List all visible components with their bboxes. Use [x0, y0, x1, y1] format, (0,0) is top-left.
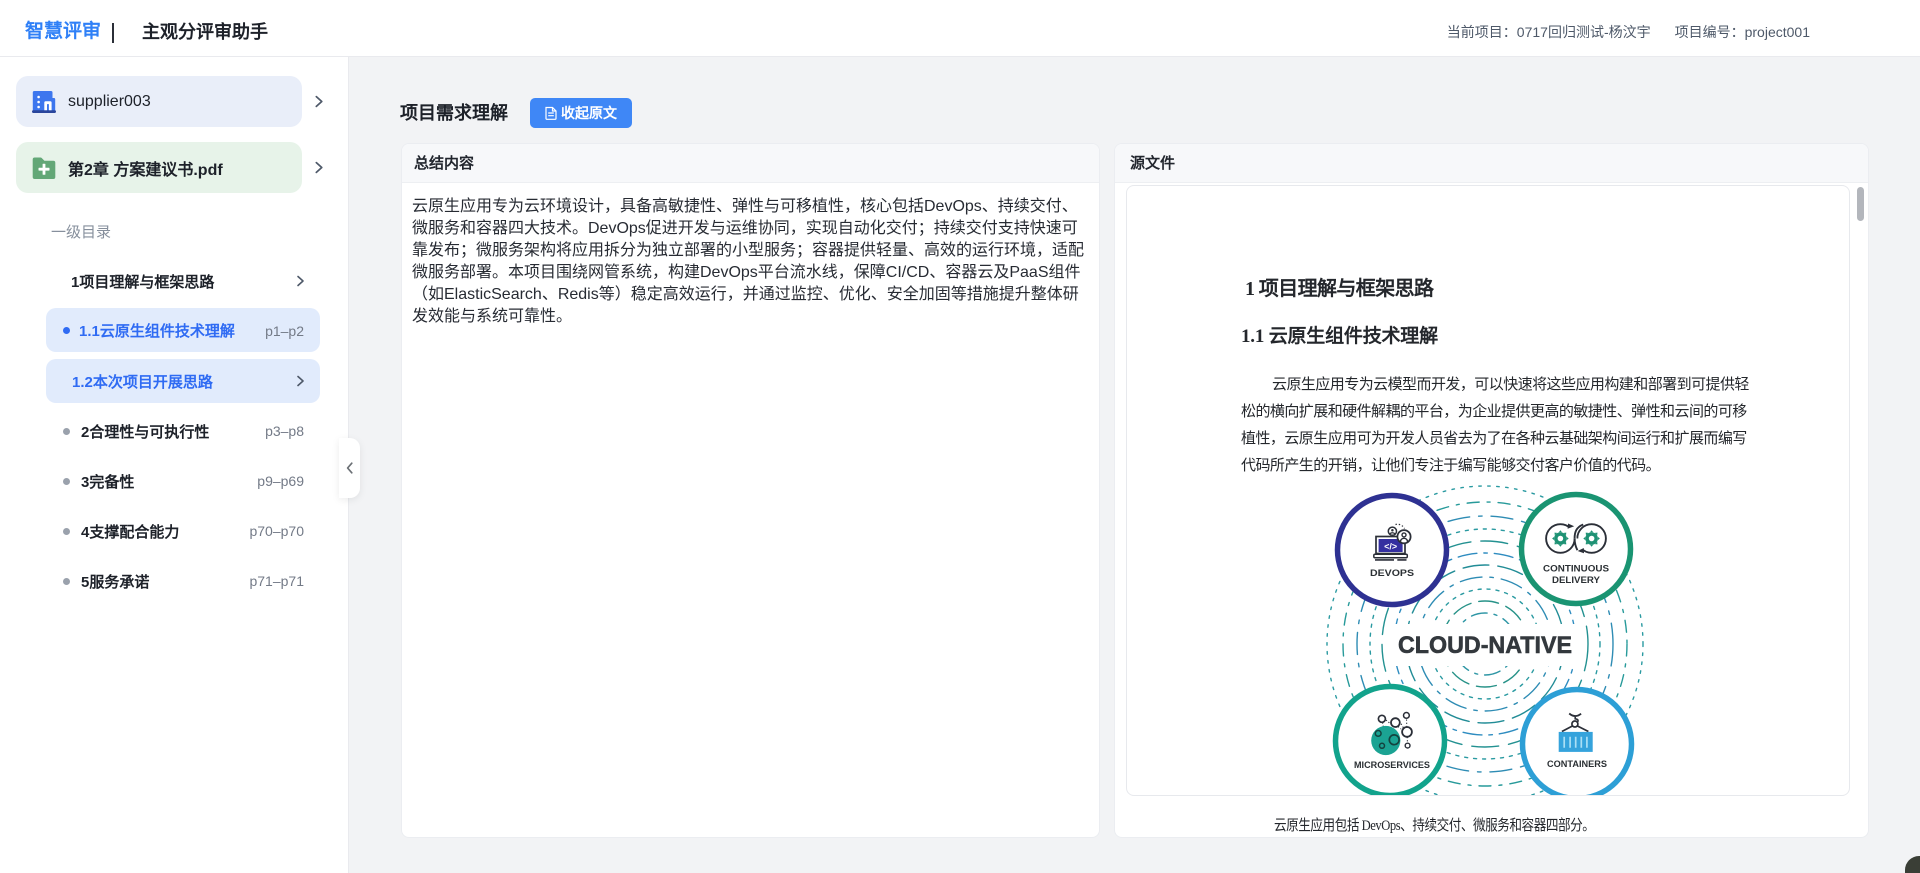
svg-text:CLOUD-NATIVE: CLOUD-NATIVE — [1398, 632, 1572, 659]
svg-text:DEVOPS: DEVOPS — [1370, 568, 1414, 578]
svg-text:MICROSERVICES: MICROSERVICES — [1354, 760, 1430, 770]
svg-text:DELIVERY: DELIVERY — [1552, 575, 1600, 585]
svg-text:CONTAINERS: CONTAINERS — [1547, 759, 1607, 769]
svg-text:</>: </> — [1384, 542, 1397, 552]
svg-text:CONTINUOUS: CONTINUOUS — [1543, 564, 1609, 574]
